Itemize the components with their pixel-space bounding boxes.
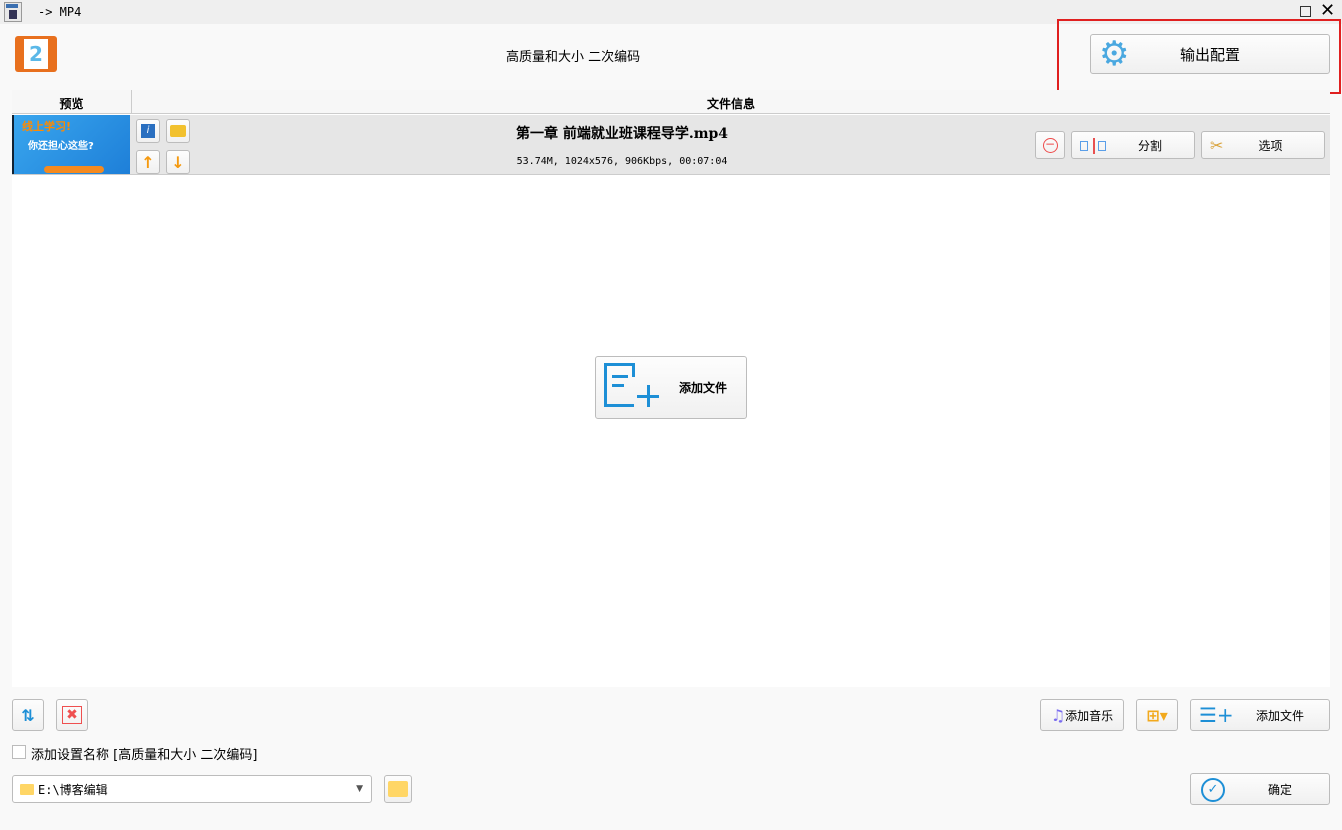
add-folder-button[interactable]: ⊞▾ bbox=[1136, 699, 1178, 731]
output-config-button[interactable]: ⚙ 输出配置 bbox=[1090, 34, 1330, 74]
app-logo-icon: 2 bbox=[15, 36, 57, 72]
video-thumbnail: 线上学习! 你还担心这些? bbox=[12, 115, 130, 174]
gear-icon: ⚙ bbox=[1099, 34, 1130, 74]
maximize-button[interactable] bbox=[1300, 6, 1311, 17]
file-row[interactable]: 线上学习! 你还担心这些? i ↑ ↓ 第一章 前端就业班课程导学.mp4 53… bbox=[12, 115, 1330, 175]
center-add-file-button[interactable]: 添加文件 bbox=[595, 356, 747, 419]
add-music-button[interactable]: ♫ 添加音乐 bbox=[1040, 699, 1124, 731]
clear-list-button[interactable]: ✖ bbox=[56, 699, 88, 731]
add-file-button[interactable]: ☰+ 添加文件 bbox=[1190, 699, 1330, 731]
add-preset-name-checkbox[interactable] bbox=[12, 745, 26, 759]
col-info-header: 文件信息 bbox=[706, 97, 755, 111]
folder-icon bbox=[388, 781, 408, 797]
video-scissors-icon: ✂ bbox=[1210, 136, 1224, 155]
mp4-file-icon bbox=[4, 2, 22, 22]
add-preset-name-label: 添加设置名称 [高质量和大小 二次编码] bbox=[31, 748, 258, 763]
sort-button[interactable]: ⇅ bbox=[12, 699, 44, 731]
folder-icon bbox=[20, 783, 34, 795]
split-button[interactable]: 分割 bbox=[1071, 131, 1195, 159]
sort-arrows-icon: ⇅ bbox=[21, 705, 35, 725]
minus-circle-icon: − bbox=[1042, 137, 1058, 153]
file-meta: 53.74M, 1024x576, 906Kbps, 00:07:04 bbox=[516, 156, 728, 167]
col-preview-header: 预览 bbox=[59, 97, 84, 111]
chevron-down-icon: ▼ bbox=[356, 784, 363, 794]
file-name: 第一章 前端就业班课程导学.mp4 bbox=[515, 126, 729, 142]
browse-folder-button[interactable] bbox=[384, 775, 412, 803]
options-button[interactable]: ✂ 选项 bbox=[1201, 131, 1325, 159]
preset-name: 高质量和大小 二次编码 bbox=[506, 50, 641, 65]
folder-plus-icon: ⊞▾ bbox=[1146, 705, 1168, 725]
delete-list-icon: ✖ bbox=[62, 706, 82, 724]
music-icon: ♫ bbox=[1050, 705, 1066, 725]
add-file-icon: ☰+ bbox=[1199, 703, 1234, 727]
split-icon bbox=[1080, 138, 1110, 154]
output-path-dropdown[interactable]: E:\博客编辑 ▼ bbox=[12, 775, 372, 803]
close-button[interactable]: ✕ bbox=[1320, 0, 1335, 21]
remove-button[interactable]: − bbox=[1035, 131, 1065, 159]
check-circle-icon: ✓ bbox=[1201, 778, 1225, 802]
add-file-icon bbox=[604, 363, 659, 413]
ok-button[interactable]: ✓ 确定 bbox=[1190, 773, 1330, 805]
window-title: -> MP4 bbox=[38, 5, 82, 19]
